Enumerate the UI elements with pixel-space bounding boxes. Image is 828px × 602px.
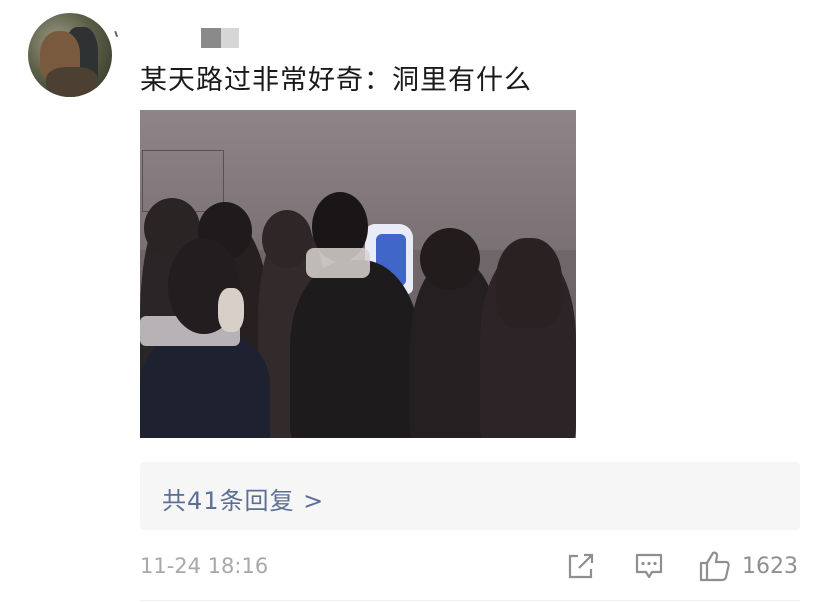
share-button[interactable]	[566, 551, 596, 581]
share-icon	[568, 553, 594, 579]
photo-person-head	[420, 228, 480, 290]
view-replies-label[interactable]: 共41条回复 >	[162, 481, 324, 516]
photo-face	[218, 288, 244, 332]
photo-person	[290, 260, 420, 438]
mosaic-block	[201, 28, 221, 48]
post-text: 某天路过非常好奇：洞里有什么	[140, 65, 532, 96]
photo-scarf	[306, 248, 370, 278]
like-button[interactable]: 1623	[698, 551, 798, 582]
mosaic-block	[221, 28, 239, 48]
photo-person	[140, 330, 270, 438]
divider	[140, 600, 800, 601]
username-redacted[interactable]	[113, 22, 253, 48]
view-replies-button[interactable]: 共41条回复 >	[140, 462, 800, 530]
avatar-figure	[46, 67, 98, 97]
avatar[interactable]	[28, 13, 112, 97]
post-timestamp: 11-24 18:16	[140, 554, 269, 578]
photo-person-head	[262, 210, 312, 268]
verified-mark-icon	[114, 28, 124, 38]
comment-button[interactable]	[634, 551, 664, 581]
photo-person-head	[496, 238, 562, 328]
like-count: 1623	[742, 553, 798, 579]
thumbs-up-icon	[699, 551, 730, 582]
post-photo[interactable]	[140, 110, 576, 438]
comment-icon	[635, 553, 663, 579]
